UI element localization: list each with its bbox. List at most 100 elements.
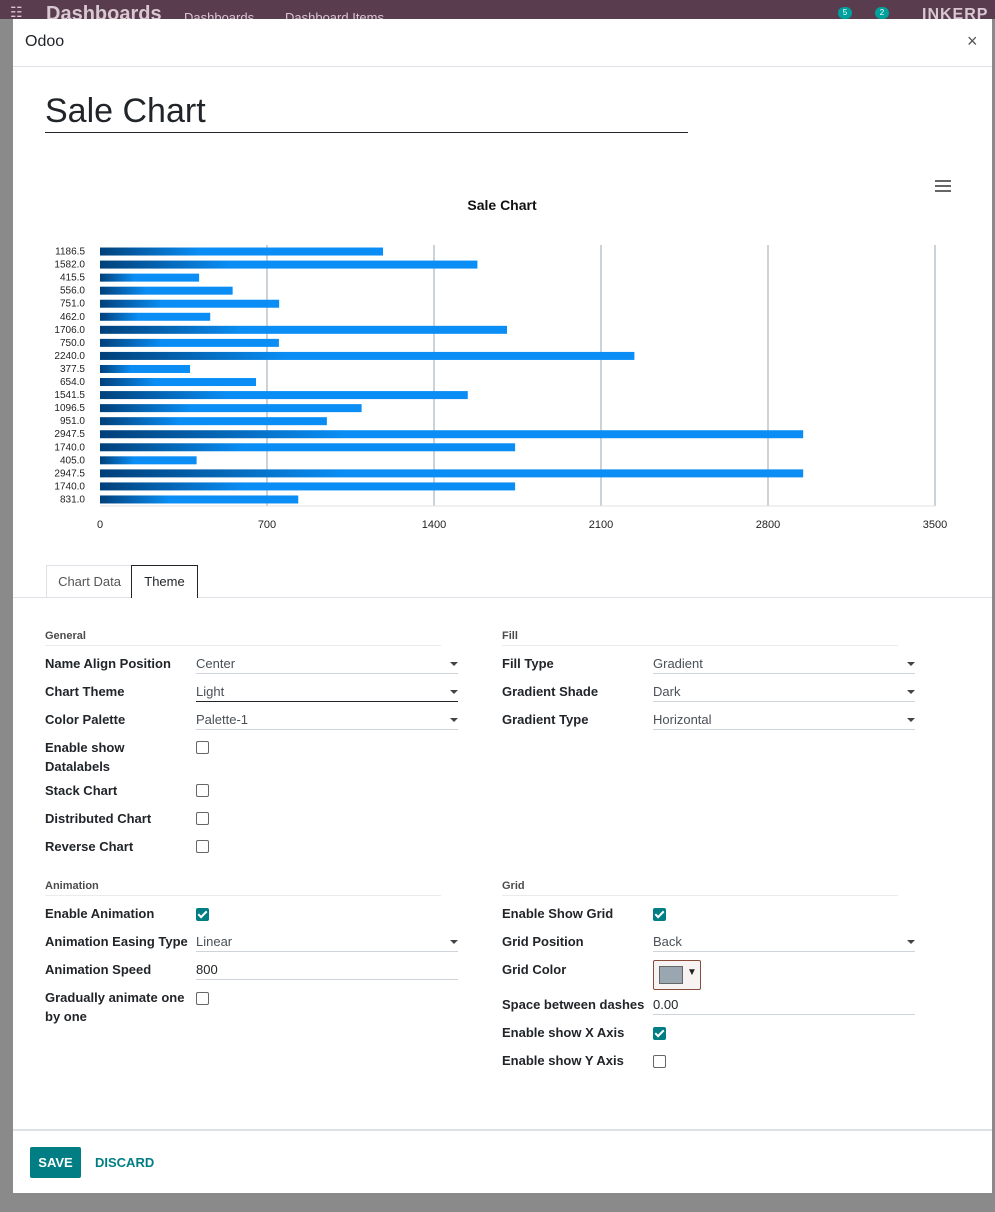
company-logo: INKERP [922, 6, 989, 19]
show-x-axis-label: Enable show X Axis [502, 1025, 625, 1040]
close-icon[interactable]: × [967, 31, 978, 52]
bar-chart: Sale Chart 0 700 1400 2100 2800 3500 1186.5 1582… [54, 197, 947, 531]
color-palette-value: Palette-1 [196, 712, 249, 727]
menu-dashboard-items[interactable]: Dashboard Items [285, 10, 384, 19]
x-tick-label: 3500 [923, 519, 947, 531]
item-name-field[interactable]: Sale Chart [45, 89, 688, 133]
grid-position-select[interactable]: Back [653, 932, 915, 952]
y-tick-label: 654.0 [60, 377, 85, 388]
bar [100, 286, 233, 295]
chevron-down-icon [450, 690, 458, 694]
bar [100, 247, 384, 256]
stack-chart-checkbox[interactable] [196, 784, 209, 797]
modal-title: Odoo [25, 33, 65, 50]
distributed-chart-label: Distributed Chart [45, 811, 152, 826]
tab-theme[interactable]: Theme [131, 565, 198, 598]
y-tick-label: 556.0 [60, 286, 85, 297]
y-tick-label: 951.0 [60, 416, 85, 427]
gradient-type-value: Horizontal [653, 712, 712, 727]
y-tick-label: 377.5 [60, 364, 85, 375]
y-tick-label: 1541.5 [54, 390, 85, 401]
y-tick-label: 2947.5 [54, 468, 85, 479]
chevron-down-icon [907, 940, 915, 944]
datalabels-label: Enable show Datalabels [45, 740, 125, 774]
show-x-axis-checkbox[interactable] [653, 1027, 666, 1040]
distributed-chart-checkbox[interactable] [196, 812, 209, 825]
messages-badge[interactable]: 5 [838, 7, 852, 19]
grid-position-value: Back [653, 934, 682, 949]
bar [100, 417, 327, 426]
grid-color-picker[interactable]: ▼ [653, 960, 701, 990]
gradual-animate-checkbox[interactable] [196, 992, 209, 1005]
enable-animation-checkbox[interactable] [196, 908, 209, 921]
chevron-down-icon [907, 690, 915, 694]
chevron-down-icon [450, 662, 458, 666]
section-animation-title: Animation [45, 880, 99, 892]
modal-footer: SAVE DISCARD [13, 1129, 992, 1195]
modal-header: Odoo × [13, 19, 992, 67]
gradient-type-select[interactable]: Horizontal [653, 710, 915, 730]
menu-dashboards[interactable]: Dashboards [184, 10, 254, 19]
grid-color-label: Grid Color [502, 962, 567, 977]
fill-type-select[interactable]: Gradient [653, 654, 915, 674]
chevron-down-icon [907, 662, 915, 666]
y-tick-label: 750.0 [60, 338, 85, 349]
y-tick-label: 1706.0 [54, 325, 85, 336]
dashes-input[interactable]: 0.00 [653, 995, 915, 1015]
fill-type-label: Fill Type [502, 656, 554, 671]
bar [100, 351, 635, 360]
easing-type-select[interactable]: Linear [196, 932, 458, 952]
bar [100, 260, 478, 269]
gradient-shade-label: Gradient Shade [502, 684, 599, 699]
bar [100, 364, 191, 373]
bar [100, 312, 211, 321]
animation-speed-input[interactable]: 800 [196, 960, 458, 980]
bar [100, 495, 299, 504]
apps-menu-icon[interactable]: ☷ [10, 5, 28, 19]
reverse-chart-checkbox[interactable] [196, 840, 209, 853]
y-tick-label: 1096.5 [54, 403, 85, 414]
activities-badge[interactable]: 2 [875, 7, 889, 19]
show-grid-checkbox[interactable] [653, 908, 666, 921]
section-general-title: General [45, 630, 86, 642]
x-tick-label: 0 [97, 519, 103, 531]
gradient-shade-select[interactable]: Dark [653, 682, 915, 702]
enable-animation-label: Enable Animation [45, 906, 155, 921]
animation-speed-label: Animation Speed [45, 962, 152, 977]
app-topbar: ☷ Dashboards Dashboards Dashboard Items … [0, 0, 995, 19]
datalabels-checkbox[interactable] [196, 741, 209, 754]
bar [100, 430, 804, 439]
y-tick-label: 1740.0 [54, 442, 85, 453]
save-button[interactable]: SAVE [30, 1147, 81, 1178]
show-y-axis-checkbox[interactable] [653, 1055, 666, 1068]
bar [100, 443, 516, 452]
bar [100, 404, 362, 413]
discard-button[interactable]: DISCARD [95, 1147, 154, 1178]
color-palette-select[interactable]: Palette-1 [196, 710, 458, 730]
tab-chart-data[interactable]: Chart Data [46, 565, 133, 597]
easing-type-value: Linear [196, 934, 233, 949]
gradient-shade-value: Dark [653, 684, 681, 699]
bar [100, 378, 257, 387]
dashes-label: Space between dashes [502, 997, 645, 1012]
y-tick-label: 462.0 [60, 312, 85, 323]
gradual-animate-label: Gradually animate one by one [45, 990, 185, 1024]
section-divider [502, 895, 898, 896]
y-tick-label: 405.0 [60, 455, 85, 466]
chart-theme-select[interactable]: Light [196, 682, 458, 702]
caret-down-icon: ▼ [687, 967, 697, 978]
y-tick-label: 2240.0 [54, 351, 85, 362]
y-tick-label: 2947.5 [54, 429, 85, 440]
app-brand: Dashboards [46, 3, 162, 19]
y-tick-label: 1186.5 [55, 247, 85, 258]
section-divider [45, 645, 441, 646]
chart-menu-icon[interactable] [935, 180, 951, 194]
bar [100, 299, 280, 308]
bar [100, 391, 468, 400]
section-divider [45, 895, 441, 896]
chart-theme-label: Chart Theme [45, 684, 125, 699]
chevron-down-icon [450, 718, 458, 722]
x-tick-label: 2800 [756, 519, 780, 531]
name-align-select[interactable]: Center [196, 654, 458, 674]
color-palette-label: Color Palette [45, 712, 126, 727]
